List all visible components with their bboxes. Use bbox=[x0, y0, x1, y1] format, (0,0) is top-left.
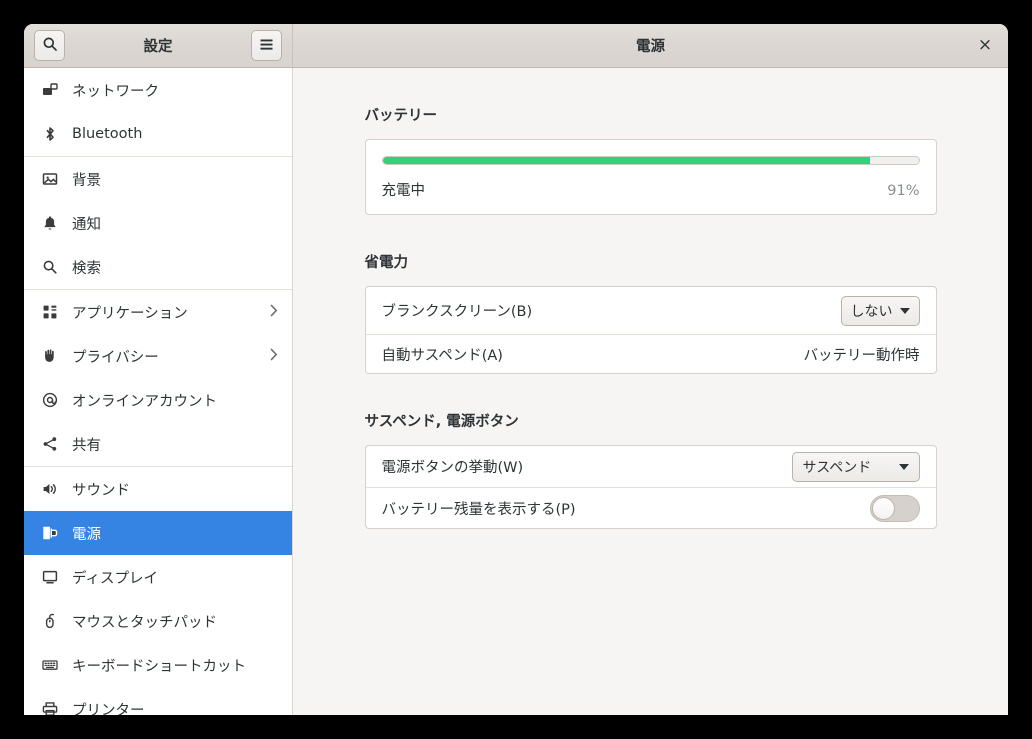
search-icon bbox=[42, 36, 58, 56]
sidebar-item-label: 検索 bbox=[72, 257, 101, 278]
at-sign-icon bbox=[42, 392, 58, 408]
sidebar-item-0-normal[interactable]: ネットワーク bbox=[24, 68, 292, 112]
battery-percentage-label: 91% bbox=[887, 183, 919, 199]
automatic-suspend-label: 自動サスペンド(A) bbox=[382, 344, 503, 365]
sidebar-item-label: アプリケーション bbox=[72, 302, 188, 323]
printer-icon bbox=[42, 701, 58, 715]
sidebar-item-0-normal[interactable]: サウンド bbox=[24, 467, 292, 511]
sidebar-item-label: オンラインアカウント bbox=[72, 390, 217, 411]
sidebar-item-label: 通知 bbox=[72, 213, 101, 234]
window-body: ネットワーク Bluetooth 背景通知検索アプリケーションプライバシーオンライン… bbox=[24, 68, 1008, 715]
sidebar-item-5-normal[interactable]: プリンター bbox=[24, 687, 292, 715]
chevron-right-icon bbox=[270, 348, 278, 364]
sidebar-item-label: プライバシー bbox=[72, 346, 159, 367]
power-plug-icon bbox=[42, 525, 58, 541]
settings-sidebar[interactable]: ネットワーク Bluetooth 背景通知検索アプリケーションプライバシーオンライン… bbox=[24, 68, 293, 715]
sidebar-item-label: プリンター bbox=[72, 699, 145, 716]
sidebar-item-1-selected[interactable]: 電源 bbox=[24, 511, 292, 555]
power-panel: バッテリー 充電中 91% bbox=[293, 68, 1008, 715]
blank-screen-dropdown[interactable]: しない bbox=[841, 296, 920, 326]
battery-progress-fill bbox=[383, 157, 871, 164]
content-header: 電源 × bbox=[293, 24, 1008, 67]
sidebar-item-3-normal[interactable]: 共有 bbox=[24, 422, 292, 466]
battery-row: 充電中 91% bbox=[366, 140, 936, 214]
page-title: 電源 bbox=[293, 35, 1008, 56]
sidebar-item-1-normal[interactable]: Bluetooth bbox=[24, 112, 292, 156]
sidebar-item-0-normal[interactable]: 背景 bbox=[24, 157, 292, 201]
sidebar-item-label: ディスプレイ bbox=[72, 567, 158, 588]
apps-grid-icon bbox=[42, 304, 58, 320]
power-button-action-value: サスペンド bbox=[803, 457, 899, 477]
sidebar-item-label: 共有 bbox=[72, 434, 101, 455]
bluetooth-icon bbox=[42, 126, 58, 142]
mouse-icon bbox=[42, 613, 58, 629]
sidebar-item-1-normal[interactable]: 通知 bbox=[24, 201, 292, 245]
search-button[interactable] bbox=[34, 30, 65, 61]
sidebar-item-label: マウスとタッチパッド bbox=[72, 611, 217, 632]
battery-section: バッテリー 充電中 91% bbox=[365, 104, 937, 215]
sidebar-item-0-normal[interactable]: アプリケーション bbox=[24, 290, 292, 334]
sidebar-item-label: キーボードショートカット bbox=[72, 655, 246, 676]
sidebar-item-label: 背景 bbox=[72, 169, 101, 190]
blank-screen-value: しない bbox=[851, 301, 893, 321]
sidebar-item-label: Bluetooth bbox=[72, 126, 142, 142]
hamburger-menu-icon bbox=[259, 36, 274, 55]
power-button-action-row: 電源ボタンの挙動(W) サスペンド bbox=[366, 446, 936, 487]
suspend-power-button-section: サスペンド, 電源ボタン 電源ボタンの挙動(W) サスペンド バッテリー残量を表… bbox=[365, 410, 937, 529]
automatic-suspend-row[interactable]: 自動サスペンド(A) バッテリー動作時 bbox=[366, 334, 936, 373]
sidebar-item-4-normal[interactable]: キーボードショートカット bbox=[24, 643, 292, 687]
blank-screen-row: ブランクスクリーン(B) しない bbox=[366, 287, 936, 334]
sidebar-item-2-normal[interactable]: オンラインアカウント bbox=[24, 378, 292, 422]
chevron-down-icon bbox=[899, 464, 909, 470]
close-icon: × bbox=[978, 37, 992, 54]
chevron-down-icon bbox=[900, 308, 910, 314]
header-bar: 設定 電源 × bbox=[24, 24, 1008, 68]
chevron-right-icon bbox=[270, 304, 278, 320]
sidebar-item-label: サウンド bbox=[72, 479, 130, 500]
main-menu-button[interactable] bbox=[251, 30, 282, 61]
sidebar-item-label: ネットワーク bbox=[72, 80, 159, 101]
suspend-power-button-frame: 電源ボタンの挙動(W) サスペンド バッテリー残量を表示する(P) bbox=[365, 445, 937, 529]
power-saving-section: 省電力 ブランクスクリーン(B) しない 自動サスペンド(A) バッテリー動作時 bbox=[365, 251, 937, 374]
automatic-suspend-value: バッテリー動作時 bbox=[804, 344, 920, 365]
sidebar-item-2-normal[interactable]: ディスプレイ bbox=[24, 555, 292, 599]
power-saving-section-title: 省電力 bbox=[365, 251, 937, 272]
battery-status-line: 充電中 91% bbox=[382, 179, 920, 200]
power-button-action-label: 電源ボタンの挙動(W) bbox=[382, 456, 524, 477]
share-icon bbox=[42, 436, 58, 452]
toggle-knob bbox=[872, 497, 895, 520]
sidebar-item-label: 電源 bbox=[72, 523, 101, 544]
bell-icon bbox=[42, 215, 58, 231]
sidebar-item-1-normal[interactable]: プライバシー bbox=[24, 334, 292, 378]
show-battery-percentage-row: バッテリー残量を表示する(P) bbox=[366, 487, 936, 528]
keyboard-icon bbox=[42, 657, 58, 673]
show-battery-percentage-toggle[interactable] bbox=[870, 495, 920, 522]
battery-section-title: バッテリー bbox=[365, 104, 937, 125]
battery-frame: 充電中 91% bbox=[365, 139, 937, 215]
blank-screen-label: ブランクスクリーン(B) bbox=[382, 300, 533, 321]
wallpaper-icon bbox=[42, 171, 58, 187]
sidebar-item-2-normal[interactable]: 検索 bbox=[24, 245, 292, 289]
close-window-button[interactable]: × bbox=[972, 33, 998, 59]
speaker-icon bbox=[42, 481, 58, 497]
power-button-action-dropdown[interactable]: サスペンド bbox=[792, 452, 920, 482]
show-battery-percentage-label: バッテリー残量を表示する(P) bbox=[382, 498, 576, 519]
sidebar-item-3-normal[interactable]: マウスとタッチパッド bbox=[24, 599, 292, 643]
battery-status-label: 充電中 bbox=[382, 179, 426, 200]
power-saving-frame: ブランクスクリーン(B) しない 自動サスペンド(A) バッテリー動作時 bbox=[365, 286, 937, 374]
display-icon bbox=[42, 569, 58, 585]
settings-window: 設定 電源 × ネットワーク Bluetooth 背景通知検索アプリケーションプライ… bbox=[24, 24, 1008, 715]
battery-progress-bar bbox=[382, 156, 920, 165]
search-icon bbox=[42, 259, 58, 275]
suspend-power-button-section-title: サスペンド, 電源ボタン bbox=[365, 410, 937, 431]
sidebar-header: 設定 bbox=[24, 24, 293, 67]
hand-privacy-icon bbox=[42, 348, 58, 364]
network-icon bbox=[42, 82, 58, 98]
